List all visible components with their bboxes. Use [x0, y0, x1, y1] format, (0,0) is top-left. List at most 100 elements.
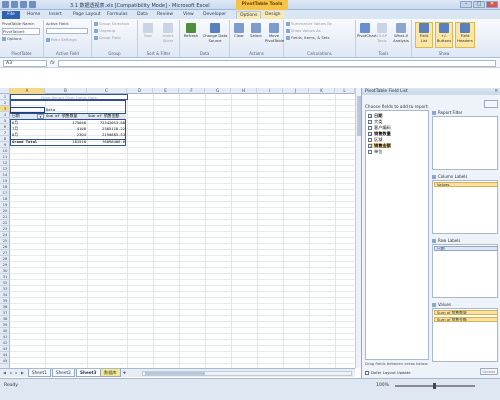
- checkbox-icon[interactable]: [368, 138, 372, 142]
- plus-minus-buttons-button[interactable]: +/- Buttons: [435, 22, 453, 48]
- column-header-f[interactable]: F: [179, 88, 205, 94]
- close-button[interactable]: ✕: [486, 1, 498, 8]
- next-sheet-icon[interactable]: ▸: [14, 370, 19, 376]
- tab-formulas[interactable]: Formulas: [104, 11, 131, 19]
- sort-button[interactable]: Sort: [141, 23, 155, 39]
- sheet-tab-sheet3[interactable]: Sheet3: [76, 369, 101, 377]
- sheet-tab-sheet1[interactable]: Sheet1: [28, 369, 51, 377]
- change-data-source-button[interactable]: Change Data Source: [202, 23, 228, 43]
- pivot-row-amount[interactable]: 2190885.53: [88, 132, 125, 138]
- grand-total-amount[interactable]: 76898406.6: [88, 139, 125, 145]
- olap-tools-button[interactable]: OLAP Tools: [374, 23, 390, 43]
- what-if-analysis-button[interactable]: What-If Analysis: [392, 23, 410, 43]
- formula-input[interactable]: [58, 60, 496, 67]
- prev-sheet-icon[interactable]: ◂: [8, 370, 13, 376]
- group-field-button[interactable]: Group Field: [94, 35, 121, 40]
- select-button[interactable]: Select: [248, 23, 264, 39]
- value-field-chip[interactable]: Sum of 销售金额: [434, 317, 498, 322]
- column-labels-box[interactable]: Values: [432, 180, 498, 234]
- checkbox-checked-icon[interactable]: ✓: [368, 132, 372, 137]
- first-sheet-icon[interactable]: ◀: [2, 370, 7, 376]
- layout-options-button[interactable]: [484, 100, 498, 108]
- row-header[interactable]: 45: [0, 358, 10, 364]
- column-header-k[interactable]: K: [309, 88, 335, 94]
- column-header-j[interactable]: J: [283, 88, 309, 94]
- tab-home[interactable]: Home: [24, 11, 43, 19]
- field-settings-button[interactable]: Field Settings: [46, 37, 77, 42]
- report-filter-box[interactable]: [432, 116, 498, 170]
- tab-file[interactable]: File: [2, 11, 20, 19]
- excel-logo-icon[interactable]: [2, 1, 9, 8]
- tab-review[interactable]: Review: [154, 11, 176, 19]
- values-box[interactable]: Sum of 销售数量 Sum of 销售金额: [432, 308, 498, 362]
- active-field-input[interactable]: [46, 28, 88, 34]
- field-headers-button[interactable]: Field Headers: [455, 22, 475, 48]
- row-filter-dropdown[interactable]: ▾: [37, 114, 44, 119]
- sheet-tab-sheet2[interactable]: Sheet2: [52, 369, 75, 377]
- update-button[interactable]: Update: [480, 368, 498, 375]
- fields-items-sets-button[interactable]: Fields, Items, & Sets: [286, 35, 330, 40]
- clear-button[interactable]: Clear: [231, 23, 247, 39]
- summarize-values-by-button[interactable]: Summarize Values By: [286, 21, 332, 26]
- name-box[interactable]: A3: [3, 60, 47, 67]
- row-labels-box[interactable]: 日期: [432, 244, 498, 298]
- move-pivottable-button[interactable]: Move PivotTable: [265, 23, 284, 43]
- insert-slicer-button[interactable]: Insert Slicer: [159, 23, 177, 43]
- insert-sheet-icon[interactable]: ✚: [122, 370, 127, 376]
- ungroup-button[interactable]: Ungroup: [94, 28, 115, 33]
- redo-icon[interactable]: [29, 1, 36, 8]
- fx-icon[interactable]: fx: [50, 60, 55, 66]
- last-sheet-icon[interactable]: ▶: [20, 370, 25, 376]
- column-header-d[interactable]: D: [127, 88, 153, 94]
- tab-insert[interactable]: Insert: [46, 11, 65, 19]
- tab-page-layout[interactable]: Page Layout: [70, 11, 104, 19]
- show-values-as-button[interactable]: Show Values As: [286, 28, 321, 33]
- checkbox-icon[interactable]: [368, 120, 372, 124]
- options-dropdown[interactable]: Options: [2, 36, 22, 41]
- checkbox-icon[interactable]: [365, 371, 369, 375]
- row-labels-header[interactable]: 日期: [12, 113, 20, 119]
- column-header-e[interactable]: E: [153, 88, 179, 94]
- field-item[interactable]: 区域: [368, 137, 382, 142]
- sheet-tab-database[interactable]: 数据库: [100, 369, 121, 377]
- field-item[interactable]: ✓ 销售金额: [368, 143, 391, 149]
- column-header-i[interactable]: I: [257, 88, 283, 94]
- row-field-chip[interactable]: 日期: [434, 246, 498, 251]
- field-item[interactable]: 客户编码: [368, 125, 391, 130]
- checkbox-icon[interactable]: [368, 126, 372, 130]
- group-selection-button[interactable]: Group Selection: [94, 21, 129, 26]
- field-item[interactable]: ✓ 日期: [368, 113, 382, 119]
- grand-total-label[interactable]: Grand Total: [12, 139, 37, 145]
- field-item[interactable]: ✓ 销售数量: [368, 131, 391, 137]
- pivotchart-button[interactable]: PivotChart: [357, 23, 377, 39]
- value-field-chip[interactable]: Sum of 销售数量: [434, 310, 498, 315]
- sum-amount-header[interactable]: Sum of 销售金额: [88, 113, 119, 119]
- close-pane-icon[interactable]: ✕: [494, 88, 498, 95]
- values-chip[interactable]: Values: [434, 182, 498, 187]
- minimize-button[interactable]: –: [460, 1, 472, 8]
- grand-total-qty[interactable]: 181518: [46, 139, 86, 145]
- checkbox-checked-icon[interactable]: ✓: [368, 144, 372, 149]
- refresh-button[interactable]: Refresh: [182, 23, 200, 39]
- column-header-h[interactable]: H: [231, 88, 257, 94]
- tab-data[interactable]: Data: [134, 11, 151, 19]
- pivot-row-qty[interactable]: 2304: [46, 132, 86, 138]
- column-header-l[interactable]: L: [335, 88, 355, 94]
- horizontal-scrollbar[interactable]: [142, 371, 352, 376]
- defer-layout-checkbox[interactable]: Defer Layout Update: [365, 370, 411, 375]
- zoom-slider[interactable]: [395, 383, 475, 389]
- field-item[interactable]: 大类: [368, 119, 382, 124]
- tab-view[interactable]: View: [180, 11, 197, 19]
- maximize-button[interactable]: □: [473, 1, 485, 8]
- tab-design[interactable]: Design: [262, 11, 284, 19]
- undo-icon[interactable]: [20, 1, 27, 8]
- pivot-row-label[interactable]: 8月: [12, 132, 18, 138]
- field-item[interactable]: 单位: [368, 149, 382, 154]
- column-header-g[interactable]: G: [205, 88, 231, 94]
- checkbox-checked-icon[interactable]: ✓: [368, 114, 372, 119]
- pivottable-name-input[interactable]: PivotTable9: [2, 28, 40, 35]
- zoom-level[interactable]: 100%: [376, 383, 389, 388]
- tab-developer[interactable]: Developer: [200, 11, 229, 19]
- tab-options[interactable]: Options: [236, 11, 262, 19]
- sum-qty-header[interactable]: Sum of 销售数量: [46, 113, 77, 119]
